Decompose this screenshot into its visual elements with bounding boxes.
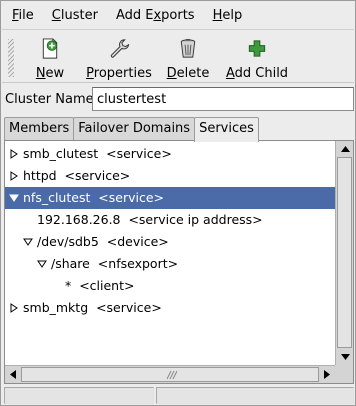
scrollbar-corner [335,365,353,383]
menu-bar: File Cluster Add Exports Help [2,2,354,30]
menu-add-exports-mnemonic: x [153,7,162,23]
delete-label: elete [176,66,210,81]
tree-row-label: smb_clutest <service> [23,146,172,161]
new-button-label: New [36,66,64,81]
scroll-right-arrow-icon[interactable] [319,366,335,382]
cluster-name-field[interactable] [92,87,354,111]
scroll-left-arrow-icon[interactable] [5,366,21,382]
add-child-button[interactable]: Add Child [226,35,288,81]
tree-row-label: smb_mktg <service> [23,300,162,315]
scroll-grip-icon [166,370,178,380]
expander-collapsed-icon[interactable] [9,171,19,181]
expander-collapsed-icon[interactable] [9,149,19,159]
expander-expanded-icon[interactable] [9,193,19,203]
tree-row[interactable]: /share <nfsexport> [5,253,335,275]
menu-help[interactable]: Help [204,5,252,27]
status-bar [2,385,354,405]
tree-row-label: /share <nfsexport> [51,256,179,271]
plus-icon [248,40,266,57]
tree-row[interactable]: * <client> [5,275,335,297]
horizontal-scrollbar[interactable] [5,365,335,383]
menu-cluster-mnemonic: C [51,7,61,23]
properties-button[interactable]: Properties [86,35,152,81]
expander-collapsed-icon[interactable] [9,303,19,313]
add-child-button-label: Add Child [226,66,288,81]
tree-row-label: * <client> [65,278,135,293]
status-segment-right [156,387,354,404]
tree-row[interactable]: smb_clutest <service> [5,143,335,165]
delete-button[interactable]: Delete [167,35,210,81]
add-child-label: dd Child [234,66,289,81]
menu-add-exports-prefix: Add E [115,7,154,23]
tree-row-label: /dev/sdb5 <device> [37,234,169,249]
tree-row-label: httpd <service> [23,168,131,183]
tab-members[interactable]: Members [4,117,75,141]
tab-bar: Members Failover Domains Services [4,117,259,142]
horizontal-scroll-thumb[interactable] [21,367,319,382]
properties-button-label: Properties [86,66,152,81]
tree-row[interactable]: 192.168.26.8 <service ip address> [5,209,335,231]
trash-icon [180,39,196,58]
services-tree[interactable]: smb_clutest <service> httpd <service> nfs_… [5,141,335,365]
scroll-up-arrow-icon[interactable] [337,141,353,157]
tree-row[interactable]: /dev/sdb5 <device> [5,231,335,253]
menu-cluster-label: luster [60,7,98,23]
new-mnemonic: N [35,66,46,81]
app-window: File Cluster Add Exports Help New Proper… [0,0,356,406]
menu-help-label: elp [222,7,243,23]
tree-row-label: 192.168.26.8 <service ip address> [37,212,263,227]
menu-cluster[interactable]: Cluster [43,5,107,27]
add-child-mnemonic: A [225,66,235,81]
properties-label: roperties [93,66,152,81]
delete-mnemonic: D [166,66,177,81]
tree-row[interactable]: smb_mktg <service> [5,297,335,319]
expander-expanded-icon[interactable] [37,259,47,269]
tree-row[interactable]: httpd <service> [5,165,335,187]
new-icon [42,38,58,59]
vertical-scroll-thumb[interactable] [337,157,352,348]
scroll-down-arrow-icon[interactable] [337,349,353,365]
tree-row-label: nfs_clutest <service> [23,190,165,205]
properties-mnemonic: P [86,66,94,81]
expander-expanded-icon[interactable] [23,237,33,247]
menu-file[interactable]: File [2,5,43,27]
menu-add-exports-label: ports [161,7,195,23]
status-segment-left [4,387,154,404]
wrench-icon [110,39,130,58]
toolbar: New Properties Delete Add Child [2,31,354,83]
menu-add-exports[interactable]: Add Exports [107,5,204,27]
menu-file-label: ile [18,7,34,23]
vertical-scrollbar[interactable] [335,141,353,365]
cluster-name-row: Cluster Name: [2,84,354,114]
tab-failover-domains[interactable]: Failover Domains [73,117,196,141]
services-tree-panel: smb_clutest <service> httpd <service> nfs_… [4,140,354,384]
tree-row[interactable]: nfs_clutest <service> [5,187,335,209]
tab-services[interactable]: Services [194,117,259,142]
new-button[interactable]: New [35,35,65,81]
delete-button-label: Delete [167,66,210,81]
toolbar-grip-handle[interactable] [8,39,14,77]
cluster-name-label: Cluster Name: [5,92,99,107]
menu-help-mnemonic: H [212,7,223,23]
new-label: ew [45,66,65,81]
